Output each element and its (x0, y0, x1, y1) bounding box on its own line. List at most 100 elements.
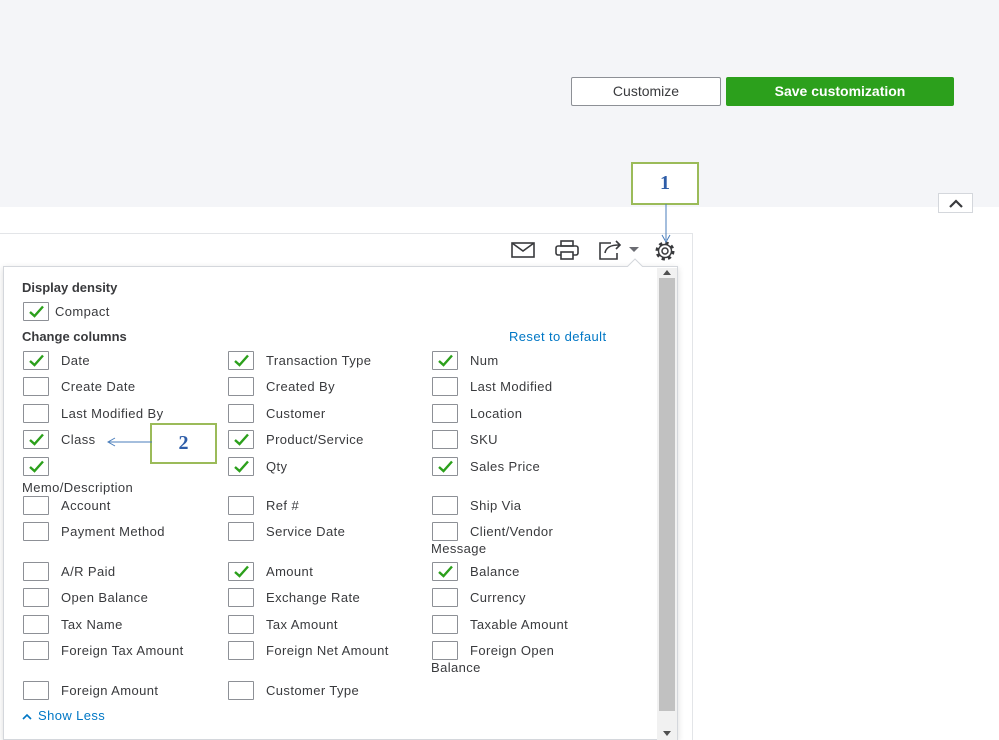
foreign-tax-amount-label: Foreign Tax Amount (61, 643, 184, 658)
memo-description-label: Memo/Description (22, 480, 134, 495)
tax-name-label: Tax Name (61, 617, 123, 632)
last-modified-by-checkbox[interactable] (23, 404, 49, 423)
taxable-amount-label: Taxable Amount (470, 617, 569, 632)
date-checkbox[interactable] (23, 351, 49, 370)
date-label: Date (61, 353, 91, 368)
exchange-rate-label: Exchange Rate (266, 590, 361, 605)
qty-label: Qty (266, 459, 288, 474)
service-date-label: Service Date (266, 524, 346, 539)
save-customization-button[interactable]: Save customization (726, 77, 954, 106)
location-checkbox[interactable] (432, 404, 458, 423)
amount-label: Amount (266, 564, 314, 579)
callout-one: 1 (631, 162, 699, 205)
foreign-open-balance-label: Foreign Open Balance (431, 643, 555, 675)
create-date-label: Create Date (61, 379, 136, 394)
checkmark-icon (438, 460, 453, 473)
reset-to-default-link[interactable]: Reset to default (509, 329, 606, 344)
foreign-amount-checkbox[interactable] (23, 681, 49, 700)
checkmark-icon (234, 460, 249, 473)
payment-method-label: Payment Method (61, 524, 165, 539)
foreign-net-amount-label: Foreign Net Amount (266, 643, 389, 658)
change-columns-heading: Change columns (22, 329, 127, 344)
tax-amount-checkbox[interactable] (228, 615, 254, 634)
print-button[interactable] (553, 239, 581, 261)
balance-label: Balance (470, 564, 520, 579)
memo-description-checkbox[interactable] (23, 457, 49, 476)
customer-type-label: Customer Type (266, 683, 360, 698)
created-by-checkbox[interactable] (228, 377, 254, 396)
account-label: Account (61, 498, 111, 513)
callout-one-arrow (661, 204, 671, 244)
checkmark-icon (438, 565, 453, 578)
last-modified-label: Last Modified (470, 379, 553, 394)
balance-checkbox[interactable] (432, 562, 458, 581)
panel-caret (627, 258, 643, 267)
checkmark-icon (29, 433, 44, 446)
collapse-header-button[interactable] (938, 193, 973, 213)
ship-via-checkbox[interactable] (432, 496, 458, 515)
taxable-amount-checkbox[interactable] (432, 615, 458, 634)
checkmark-icon (438, 354, 453, 367)
callout-two-arrow (106, 437, 152, 447)
location-label: Location (470, 406, 523, 421)
ref-label: Ref # (266, 498, 300, 513)
sales-price-checkbox[interactable] (432, 457, 458, 476)
product-service-checkbox[interactable] (228, 430, 254, 449)
class-label: Class (61, 432, 96, 447)
payment-method-checkbox[interactable] (23, 522, 49, 541)
checkmark-icon (29, 305, 44, 318)
checkmark-icon (29, 354, 44, 367)
open-balance-label: Open Balance (61, 590, 149, 605)
num-checkbox[interactable] (432, 351, 458, 370)
last-modified-by-label: Last Modified By (61, 406, 164, 421)
customer-checkbox[interactable] (228, 404, 254, 423)
transaction-type-label: Transaction Type (266, 353, 372, 368)
scroll-down-arrow-icon[interactable] (662, 730, 672, 738)
checkmark-icon (234, 565, 249, 578)
currency-label: Currency (470, 590, 526, 605)
class-checkbox[interactable] (23, 430, 49, 449)
exchange-rate-checkbox[interactable] (228, 588, 254, 607)
ship-via-label: Ship Via (470, 498, 522, 513)
callout-two: 2 (150, 423, 217, 464)
create-date-checkbox[interactable] (23, 377, 49, 396)
show-less-link[interactable]: Show Less (22, 708, 105, 723)
sales-price-label: Sales Price (470, 459, 541, 474)
last-modified-checkbox[interactable] (432, 377, 458, 396)
customize-button[interactable]: Customize (571, 77, 721, 106)
qty-checkbox[interactable] (228, 457, 254, 476)
checkmark-icon (234, 433, 249, 446)
customer-type-checkbox[interactable] (228, 681, 254, 700)
sku-checkbox[interactable] (432, 430, 458, 449)
checkmark-icon (29, 460, 44, 473)
tax-name-checkbox[interactable] (23, 615, 49, 634)
tax-amount-label: Tax Amount (266, 617, 338, 632)
panel-scrollbar-thumb[interactable] (659, 278, 675, 711)
num-label: Num (470, 353, 499, 368)
customer-label: Customer (266, 406, 326, 421)
a-r-paid-checkbox[interactable] (23, 562, 49, 581)
display-density-heading: Display density (22, 280, 118, 295)
a-r-paid-label: A/R Paid (61, 564, 116, 579)
sku-label: SKU (470, 432, 498, 447)
scroll-up-arrow-icon[interactable] (662, 268, 672, 276)
transaction-type-checkbox[interactable] (228, 351, 254, 370)
amount-checkbox[interactable] (228, 562, 254, 581)
client-vendor-message-label: Client/Vendor Message (431, 524, 554, 556)
created-by-label: Created By (266, 379, 336, 394)
email-icon (511, 242, 535, 258)
email-button[interactable] (509, 240, 537, 260)
currency-checkbox[interactable] (432, 588, 458, 607)
show-less-label: Show Less (38, 708, 106, 723)
chevron-up-icon (22, 713, 32, 720)
product-service-label: Product/Service (266, 432, 364, 447)
open-balance-checkbox[interactable] (23, 588, 49, 607)
compact-label: Compact (55, 304, 110, 319)
foreign-amount-label: Foreign Amount (61, 683, 159, 698)
service-date-checkbox[interactable] (228, 522, 254, 541)
account-checkbox[interactable] (23, 496, 49, 515)
print-icon (555, 240, 579, 260)
ref-checkbox[interactable] (228, 496, 254, 515)
chevron-up-icon (948, 198, 963, 208)
compact-checkbox[interactable] (23, 302, 49, 321)
